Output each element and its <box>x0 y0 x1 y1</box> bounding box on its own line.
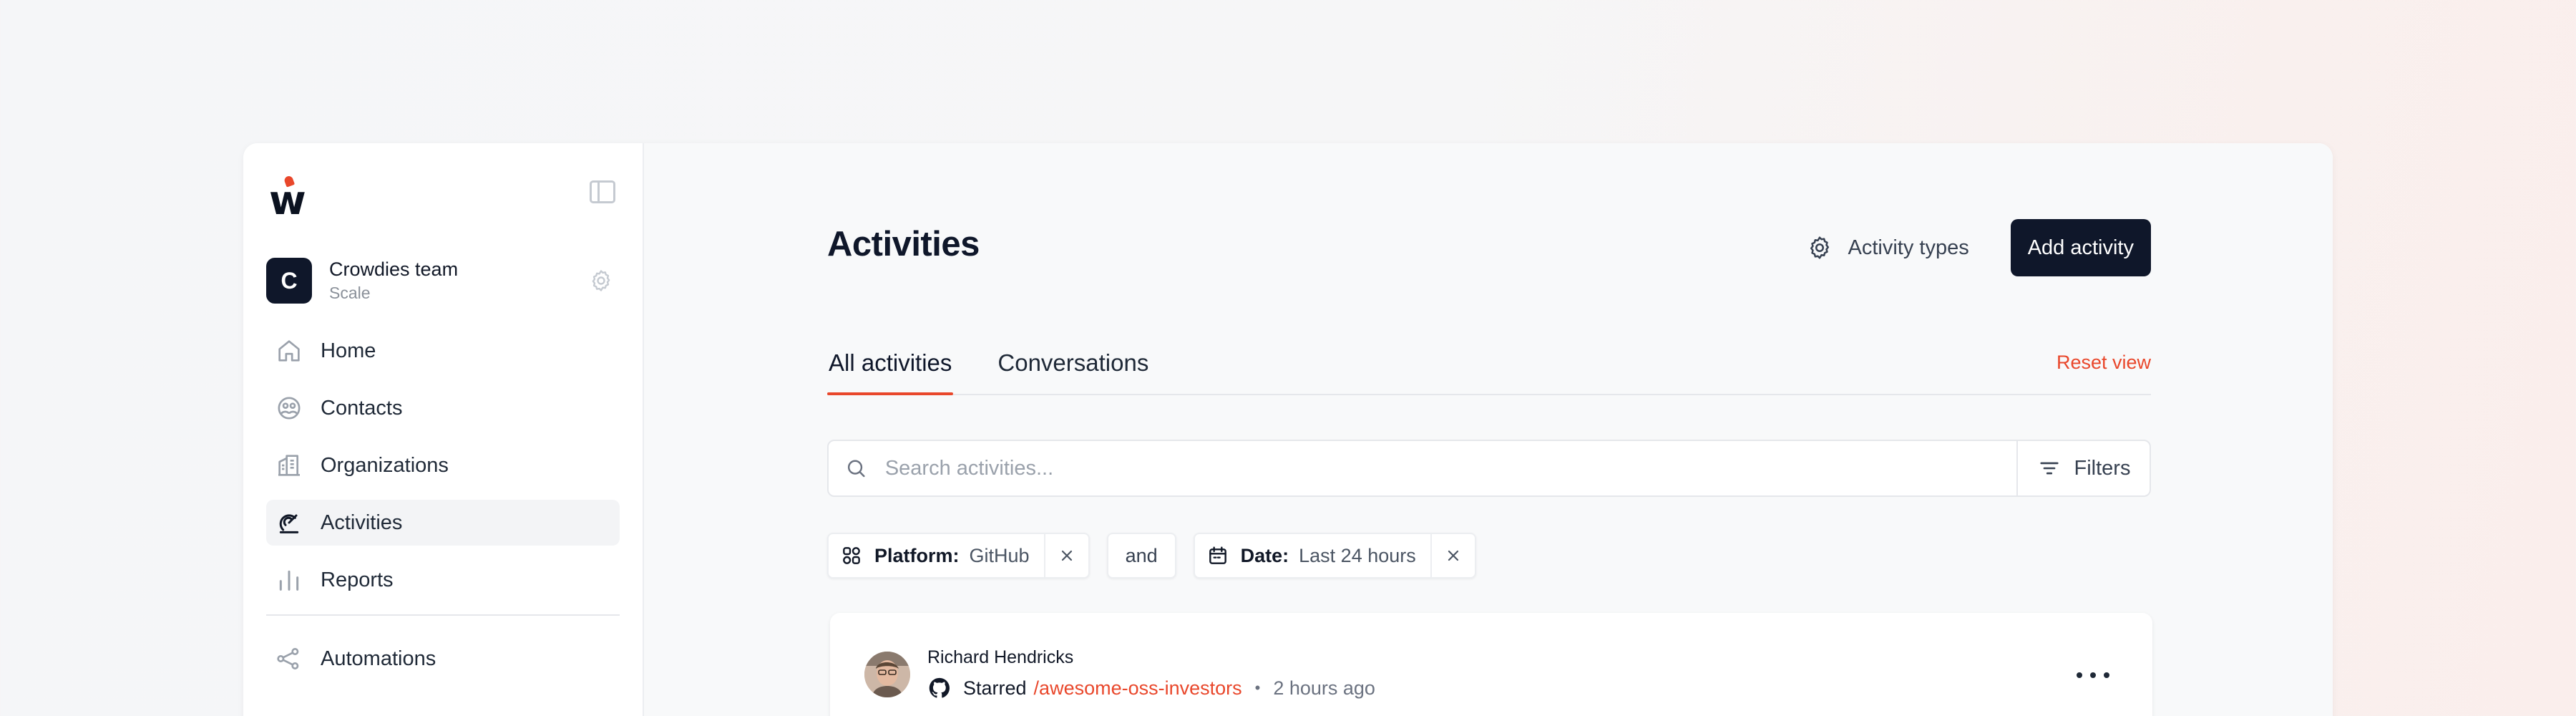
sidebar-item-activities[interactable]: Activities <box>266 500 620 546</box>
sidebar-collapse-icon[interactable] <box>590 180 615 203</box>
activity-member-name[interactable]: Richard Hendricks <box>927 647 1073 668</box>
calendar-icon <box>1206 544 1229 567</box>
close-icon <box>1058 547 1075 564</box>
tabs: All activities Conversations Reset view <box>827 337 2151 395</box>
platform-icon <box>840 544 863 567</box>
sidebar-item-label: Organizations <box>321 453 449 477</box>
sidebar-item-automations[interactable]: Automations <box>266 636 620 682</box>
filter-chips: Platform: GitHub and Date: Last 24 hours <box>827 533 2151 579</box>
sidebar-nav: Home Contacts Organizations Activities R… <box>266 328 620 682</box>
organizations-icon <box>275 451 303 480</box>
add-activity-button[interactable]: Add activity <box>2010 219 2151 276</box>
sidebar-item-label: Activities <box>321 511 403 534</box>
filter-chip-date: Date: Last 24 hours <box>1193 533 1476 579</box>
filter-chip-key: Platform: <box>874 544 960 566</box>
tab-conversations[interactable]: Conversations <box>996 349 1150 394</box>
content: Activities Activity types Add activity A… <box>827 143 2152 716</box>
filter-chip-value: Last 24 hours <box>1299 544 1416 566</box>
sidebar: w C Crowdies team Scale Home Contacts Or… <box>243 143 644 716</box>
filter-joiner-label: and <box>1125 544 1158 566</box>
home-icon <box>275 337 303 365</box>
github-icon <box>927 676 952 700</box>
search-input[interactable] <box>884 456 2016 480</box>
more-dot <box>2104 672 2109 678</box>
app-window: w C Crowdies team Scale Home Contacts Or… <box>243 143 2333 716</box>
team-avatar: C <box>266 258 312 304</box>
sidebar-item-organizations[interactable]: Organizations <box>266 442 620 488</box>
activity-verb: Starred <box>963 677 1027 699</box>
filter-lines-icon <box>2037 456 2062 480</box>
gear-icon <box>1806 234 1833 261</box>
filters-button[interactable]: Filters <box>2016 441 2150 495</box>
activity-description: Starred /awesome-oss-investors • 2 hours… <box>927 676 1375 700</box>
activity-item[interactable]: Richard Hendricks Starred /awesome-oss-i… <box>830 613 2152 716</box>
more-dot <box>2077 672 2082 678</box>
logo-mark: w <box>269 178 306 224</box>
more-options-icon[interactable] <box>2077 664 2109 686</box>
remove-date-filter-button[interactable] <box>1430 534 1475 577</box>
search-icon <box>844 456 868 480</box>
team-text: Crowdies team Scale <box>329 257 458 304</box>
filter-joiner[interactable]: and <box>1106 533 1176 579</box>
sidebar-item-label: Contacts <box>321 396 403 420</box>
main-panel: Activities Activity types Add activity A… <box>644 143 2333 716</box>
sidebar-header: w <box>266 143 620 223</box>
activity-types-label: Activity types <box>1848 236 1969 259</box>
activity-target-link[interactable]: /awesome-oss-investors <box>1034 677 1242 700</box>
more-dot <box>2090 672 2096 678</box>
search-box <box>829 441 2016 495</box>
sidebar-item-home[interactable]: Home <box>266 328 620 374</box>
sidebar-item-label: Reports <box>321 568 394 591</box>
page-title: Activities <box>827 225 980 263</box>
contacts-icon <box>275 394 303 422</box>
tab-all-activities[interactable]: All activities <box>827 349 954 395</box>
sidebar-item-label: Home <box>321 339 376 362</box>
team-name: Crowdies team <box>329 258 459 280</box>
remove-platform-filter-button[interactable] <box>1043 534 1088 577</box>
activity-timestamp: 2 hours ago <box>1273 677 1375 699</box>
avatar[interactable] <box>864 652 910 697</box>
activity-separator: • <box>1254 679 1261 697</box>
filters-label: Filters <box>2074 456 2131 480</box>
sidebar-divider <box>266 614 620 616</box>
activity-types-button[interactable]: Activity types <box>1786 219 1989 276</box>
sidebar-item-reports[interactable]: Reports <box>266 557 620 603</box>
team-switcher[interactable]: C Crowdies team Scale <box>266 252 620 309</box>
reports-icon <box>275 566 303 594</box>
reset-view-link[interactable]: Reset view <box>2057 352 2151 374</box>
close-icon <box>1445 547 1462 564</box>
activities-icon <box>275 508 303 537</box>
header-actions: Activity types Add activity <box>1786 219 2151 276</box>
sidebar-item-label: Automations <box>321 647 436 670</box>
filter-chip-value: GitHub <box>969 544 1030 566</box>
filter-chip-platform-edit[interactable]: Platform: GitHub <box>829 534 1044 577</box>
automations-icon <box>275 644 303 673</box>
sidebar-item-contacts[interactable]: Contacts <box>266 385 620 431</box>
page-header: Activities Activity types Add activity <box>827 143 2151 279</box>
team-plan: Scale <box>329 284 371 302</box>
filter-chip-platform: Platform: GitHub <box>827 533 1090 579</box>
filter-chip-date-edit[interactable]: Date: Last 24 hours <box>1195 534 1430 577</box>
filter-chip-key: Date: <box>1240 544 1289 566</box>
team-settings-gear-icon[interactable] <box>588 268 614 294</box>
logo: w <box>269 175 309 224</box>
search-bar: Filters <box>827 440 2151 497</box>
